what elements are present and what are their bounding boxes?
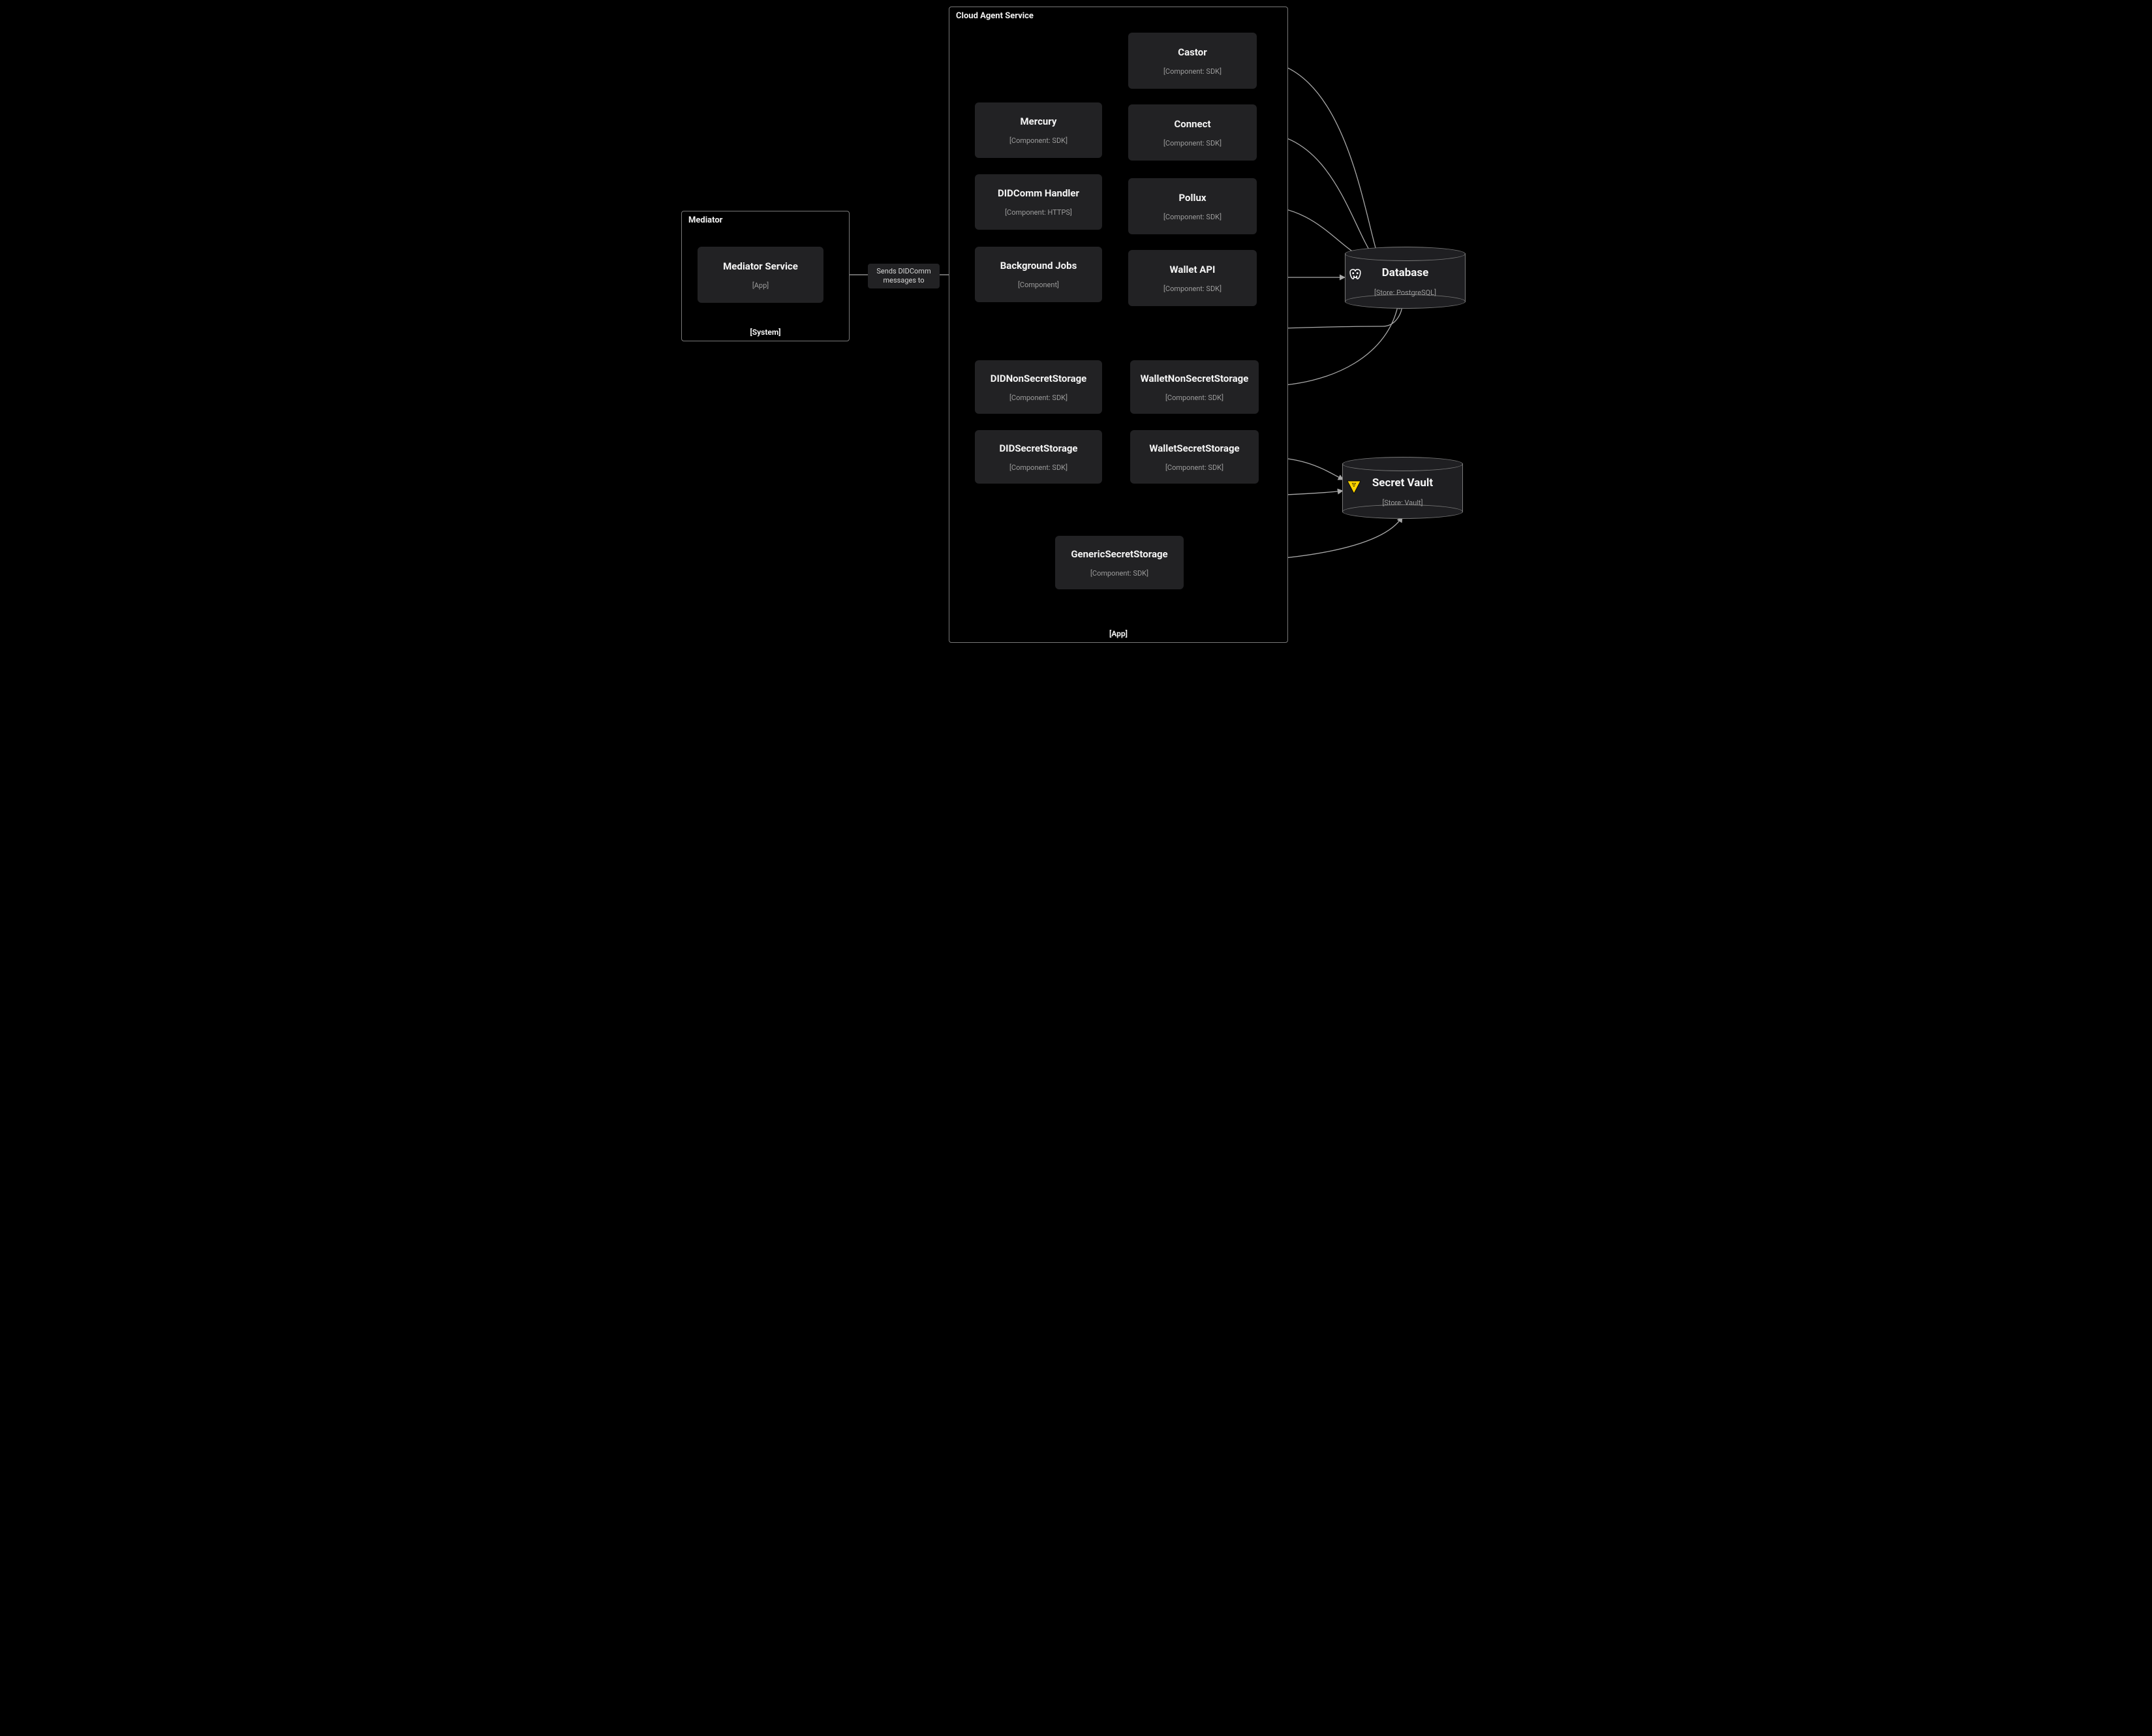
edge-label-bgjobs-mediator: Sends DIDComm messages to xyxy=(868,264,940,288)
node-sub: [Component: HTTPS] xyxy=(1005,208,1072,217)
container-footer: [App] xyxy=(949,629,1287,638)
node-did-secret-storage: DIDSecretStorage [Component: SDK] xyxy=(975,430,1102,484)
node-title: DIDNonSecretStorage xyxy=(991,373,1087,384)
node-sub: [Component: SDK] xyxy=(1090,569,1148,578)
node-sub: [Component: SDK] xyxy=(1009,394,1068,402)
container-title: Cloud Agent Service xyxy=(956,11,1034,21)
node-sub: [Component: SDK] xyxy=(1165,394,1223,402)
node-title: Mediator Service xyxy=(723,260,798,272)
node-title: Castor xyxy=(1178,46,1207,58)
postgres-icon xyxy=(1347,268,1364,288)
container-title: Mediator xyxy=(688,215,722,225)
node-sub: [Component: SDK] xyxy=(1163,139,1222,147)
node-sub: [Component: SDK] xyxy=(1163,213,1222,221)
node-wallet-nonsecret-storage: WalletNonSecretStorage [Component: SDK] xyxy=(1130,360,1259,414)
node-title: DIDComm Handler xyxy=(998,187,1079,199)
diagram-canvas: Mediator [System] Mediator Service [App]… xyxy=(671,0,1481,653)
node-title: Pollux xyxy=(1178,192,1206,204)
node-title: DIDSecretStorage xyxy=(999,442,1077,454)
node-sub: [Component: SDK] xyxy=(1163,285,1222,293)
node-did-nonsecret-storage: DIDNonSecretStorage [Component: SDK] xyxy=(975,360,1102,414)
node-sub: [Component: SDK] xyxy=(1163,67,1222,76)
node-didcomm-handler: DIDComm Handler [Component: HTTPS] xyxy=(975,174,1102,230)
node-title: Mercury xyxy=(1021,116,1057,127)
node-sub: [Component: SDK] xyxy=(1165,463,1223,472)
node-sub: [Component: SDK] xyxy=(1009,136,1068,145)
store-sub: [Store: Vault] xyxy=(1342,499,1463,507)
node-pollux: Pollux [Component: SDK] xyxy=(1128,178,1257,234)
node-title: WalletSecretStorage xyxy=(1149,442,1239,454)
edge-label-text: Sends DIDComm messages to xyxy=(876,267,930,285)
node-title: Background Jobs xyxy=(1000,260,1077,271)
store-sub: [Store: PostgreSQL] xyxy=(1345,288,1466,297)
node-connect: Connect [Component: SDK] xyxy=(1128,104,1257,161)
node-title: GenericSecretStorage xyxy=(1071,548,1167,560)
node-sub: [App] xyxy=(752,281,769,290)
node-castor: Castor [Component: SDK] xyxy=(1128,33,1257,89)
node-sub: [Component] xyxy=(1018,281,1059,289)
node-wallet-secret-storage: WalletSecretStorage [Component: SDK] xyxy=(1130,430,1259,484)
node-title: Connect xyxy=(1174,118,1210,130)
node-title: WalletNonSecretStorage xyxy=(1141,373,1249,384)
node-sub: [Component: SDK] xyxy=(1009,463,1068,472)
node-generic-secret-storage: GenericSecretStorage [Component: SDK] xyxy=(1055,536,1184,589)
node-wallet-api: Wallet API [Component: SDK] xyxy=(1128,250,1257,306)
vault-icon xyxy=(1346,479,1362,497)
container-footer: [System] xyxy=(682,328,849,337)
node-mediator-service: Mediator Service [App] xyxy=(698,247,823,303)
node-background-jobs: Background Jobs [Component] xyxy=(975,247,1102,302)
node-title: Wallet API xyxy=(1170,264,1216,275)
node-mercury: Mercury [Component: SDK] xyxy=(975,102,1102,158)
